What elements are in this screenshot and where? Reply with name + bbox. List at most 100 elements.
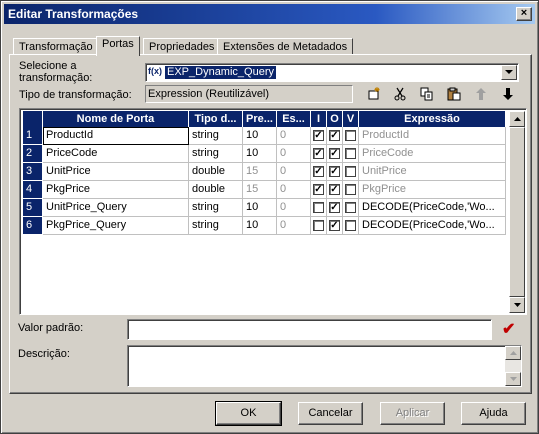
variable-checkbox[interactable]	[345, 148, 356, 159]
description-scrollbar[interactable]	[505, 346, 521, 386]
output-checkbox[interactable]: ✓	[329, 220, 340, 231]
precision-cell[interactable]: 10	[243, 145, 277, 163]
move-down-icon[interactable]	[498, 85, 518, 103]
expression-cell[interactable]: PkgPrice	[359, 181, 506, 199]
expression-cell[interactable]: DECODE(PriceCode,'Wo...	[359, 199, 506, 217]
scroll-down-arrow-icon[interactable]	[509, 297, 525, 313]
precision-cell[interactable]: 10	[243, 127, 277, 145]
tab-metadata-extensions[interactable]: Extensões de Metadados	[217, 38, 354, 55]
variable-checkbox-cell[interactable]	[343, 145, 359, 163]
col-header-datatype[interactable]: Tipo d...	[189, 111, 243, 127]
row-number[interactable]: 3	[23, 163, 42, 181]
transformation-select[interactable]: f(x) EXP_Dynamic_Query	[145, 63, 519, 82]
datatype-cell[interactable]: string	[189, 145, 243, 163]
variable-checkbox[interactable]	[345, 184, 356, 195]
output-checkbox-cell[interactable]: ✓	[327, 181, 343, 199]
input-checkbox[interactable]: ✓	[313, 130, 324, 141]
col-header-scale[interactable]: Es...	[277, 111, 311, 127]
input-checkbox-cell[interactable]: ✓	[311, 127, 327, 145]
output-checkbox-cell[interactable]: ✓	[327, 199, 343, 217]
scale-cell[interactable]: 0	[277, 145, 311, 163]
cancel-button[interactable]: Cancelar	[298, 402, 363, 425]
port-name-cell[interactable]: UnitPrice_Query	[43, 199, 189, 217]
expression-cell[interactable]: DECODE(PriceCode,'Wo...	[359, 217, 506, 235]
input-checkbox[interactable]: ✓	[313, 184, 324, 195]
col-header-expression[interactable]: Expressão	[359, 111, 506, 127]
description-textarea[interactable]	[127, 345, 522, 387]
scale-cell[interactable]: 0	[277, 163, 311, 181]
cut-icon[interactable]	[390, 85, 410, 103]
col-header-variable[interactable]: V	[343, 111, 359, 127]
chevron-down-icon[interactable]	[501, 65, 517, 80]
row-number[interactable]: 2	[23, 145, 42, 163]
input-checkbox[interactable]: ✓	[313, 148, 324, 159]
variable-checkbox-cell[interactable]	[343, 181, 359, 199]
output-checkbox-cell[interactable]: ✓	[327, 163, 343, 181]
input-checkbox[interactable]: ✓	[313, 166, 324, 177]
scale-cell[interactable]: 0	[277, 217, 311, 235]
output-checkbox-cell[interactable]: ✓	[327, 217, 343, 235]
ok-button[interactable]: OK	[215, 401, 282, 426]
port-name-cell[interactable]: PriceCode	[43, 145, 189, 163]
scale-cell[interactable]: 0	[277, 199, 311, 217]
move-up-icon[interactable]	[471, 85, 491, 103]
scale-cell[interactable]: 0	[277, 127, 311, 145]
output-checkbox[interactable]: ✓	[329, 130, 340, 141]
close-button[interactable]: ×	[516, 7, 532, 21]
datatype-cell[interactable]: double	[189, 181, 243, 199]
tab-properties[interactable]: Propriedades	[143, 38, 221, 55]
description-scroll-down-icon[interactable]	[505, 372, 521, 386]
apply-button[interactable]: Aplicar	[380, 402, 445, 425]
variable-checkbox[interactable]	[345, 130, 356, 141]
variable-checkbox-cell[interactable]	[343, 199, 359, 217]
col-header-output[interactable]: O	[327, 111, 343, 127]
description-scroll-up-icon[interactable]	[505, 346, 521, 360]
paste-icon[interactable]	[444, 85, 464, 103]
output-checkbox[interactable]: ✓	[329, 148, 340, 159]
port-name-cell[interactable]: PkgPrice_Query	[43, 217, 189, 235]
precision-cell[interactable]: 15	[243, 163, 277, 181]
port-name-cell[interactable]: ProductId	[43, 127, 189, 145]
input-checkbox-cell[interactable]: ✓	[311, 181, 327, 199]
output-checkbox[interactable]: ✓	[329, 184, 340, 195]
precision-cell[interactable]: 10	[243, 199, 277, 217]
variable-checkbox[interactable]	[345, 166, 356, 177]
expression-cell[interactable]: ProductId	[359, 127, 506, 145]
expression-cell[interactable]: UnitPrice	[359, 163, 506, 181]
expression-cell[interactable]: PriceCode	[359, 145, 506, 163]
input-checkbox[interactable]	[313, 220, 324, 231]
col-header-port-name[interactable]: Nome de Porta	[43, 111, 189, 127]
output-checkbox[interactable]: ✓	[329, 202, 340, 213]
default-value-input[interactable]	[127, 319, 492, 340]
grid-vertical-scrollbar[interactable]	[509, 111, 525, 313]
variable-checkbox-cell[interactable]	[343, 217, 359, 235]
datatype-cell[interactable]: string	[189, 199, 243, 217]
output-checkbox-cell[interactable]: ✓	[327, 145, 343, 163]
tab-ports[interactable]: Portas	[96, 36, 140, 56]
variable-checkbox-cell[interactable]	[343, 127, 359, 145]
variable-checkbox[interactable]	[345, 220, 356, 231]
row-number[interactable]: 5	[23, 199, 42, 217]
port-name-cell[interactable]: UnitPrice	[43, 163, 189, 181]
precision-cell[interactable]: 10	[243, 217, 277, 235]
help-button[interactable]: Ajuda	[461, 402, 526, 425]
variable-checkbox-cell[interactable]	[343, 163, 359, 181]
datatype-cell[interactable]: double	[189, 163, 243, 181]
input-checkbox-cell[interactable]	[311, 199, 327, 217]
input-checkbox[interactable]	[313, 202, 324, 213]
output-checkbox-cell[interactable]: ✓	[327, 127, 343, 145]
row-number[interactable]: 4	[23, 181, 42, 199]
scale-cell[interactable]: 0	[277, 181, 311, 199]
scroll-up-arrow-icon[interactable]	[509, 111, 525, 127]
port-name-cell[interactable]: PkgPrice	[43, 181, 189, 199]
col-header-precision[interactable]: Pre...	[243, 111, 277, 127]
col-header-input[interactable]: I	[311, 111, 327, 127]
scroll-thumb[interactable]	[509, 127, 525, 297]
row-number[interactable]: 1	[23, 127, 42, 145]
copy-icon[interactable]	[417, 85, 437, 103]
input-checkbox-cell[interactable]	[311, 217, 327, 235]
precision-cell[interactable]: 15	[243, 181, 277, 199]
tab-transformation[interactable]: Transformação	[13, 38, 99, 55]
input-checkbox-cell[interactable]: ✓	[311, 163, 327, 181]
new-port-icon[interactable]	[364, 85, 384, 103]
